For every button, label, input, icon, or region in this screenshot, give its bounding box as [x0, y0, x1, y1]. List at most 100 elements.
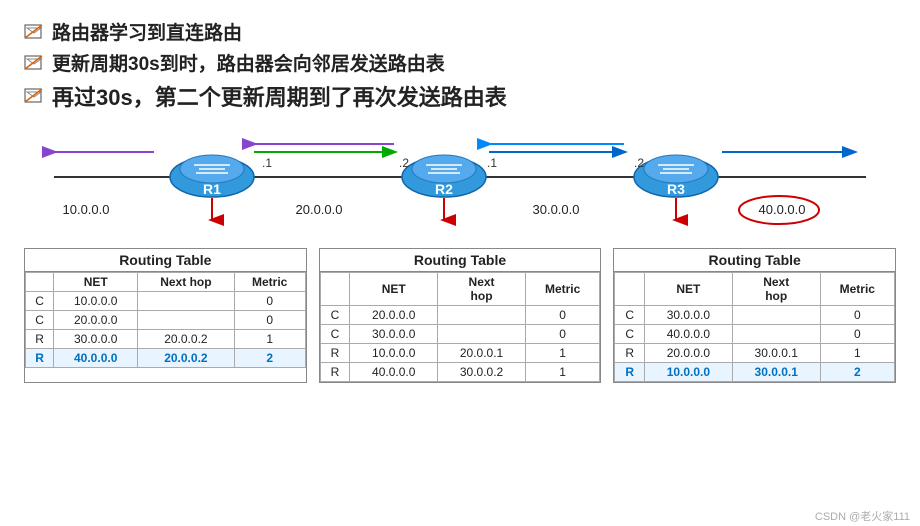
cell-net: 30.0.0.0 — [350, 325, 438, 344]
cell-net: 40.0.0.0 — [54, 349, 138, 368]
cell-metric: 2 — [820, 363, 894, 382]
table-row: C 20.0.0.0 0 — [320, 306, 600, 325]
cell-type: C — [615, 325, 645, 344]
cell-type: R — [615, 344, 645, 363]
cell-metric: 0 — [234, 311, 305, 330]
table-row: R 40.0.0.0 30.0.0.2 1 — [320, 363, 600, 382]
cell-net: 20.0.0.0 — [644, 344, 732, 363]
table-row: C 30.0.0.0 0 — [615, 306, 895, 325]
cell-metric: 0 — [820, 306, 894, 325]
th-type-1 — [26, 273, 54, 292]
cell-net: 40.0.0.0 — [644, 325, 732, 344]
tables-area: Routing Table NET Next hop Metric C 10.0… — [24, 248, 896, 383]
table-row: R 30.0.0.0 20.0.0.2 1 — [26, 330, 306, 349]
cell-type: R — [26, 349, 54, 368]
routing-table-3: Routing Table NET Nexthop Metric C 30.0.… — [613, 248, 896, 383]
routing-table-1: Routing Table NET Next hop Metric C 10.0… — [24, 248, 307, 383]
svg-text:.1: .1 — [262, 156, 272, 170]
cell-nexthop: 20.0.0.2 — [138, 330, 235, 349]
svg-text:R2: R2 — [435, 181, 453, 197]
th-metric-3: Metric — [820, 273, 894, 306]
cell-metric: 0 — [525, 325, 599, 344]
cell-type: C — [615, 306, 645, 325]
cell-metric: 1 — [525, 344, 599, 363]
cell-metric: 1 — [820, 344, 894, 363]
svg-text:.2: .2 — [399, 156, 409, 170]
th-type-2 — [320, 273, 350, 306]
th-metric-2: Metric — [525, 273, 599, 306]
th-net-1: NET — [54, 273, 138, 292]
bullet-icon-3 — [24, 87, 46, 105]
svg-text:10.0.0.0: 10.0.0.0 — [63, 202, 110, 217]
cell-metric: 2 — [234, 349, 305, 368]
cell-net: 30.0.0.0 — [644, 306, 732, 325]
cell-net: 20.0.0.0 — [350, 306, 438, 325]
cell-nexthop — [732, 325, 820, 344]
svg-text:.1: .1 — [487, 156, 497, 170]
th-metric-1: Metric — [234, 273, 305, 292]
table-row: C 20.0.0.0 0 — [26, 311, 306, 330]
table-row-highlight: R 40.0.0.0 20.0.0.2 2 — [26, 349, 306, 368]
th-net-3: NET — [644, 273, 732, 306]
table-row: R 10.0.0.0 20.0.0.1 1 — [320, 344, 600, 363]
cell-metric: 1 — [234, 330, 305, 349]
cell-type: C — [26, 292, 54, 311]
table-row: C 10.0.0.0 0 — [26, 292, 306, 311]
slide: 路由器学习到直连路由 更新周期30s到时，路由器会向邻居发送路由表 再过30s，… — [0, 0, 920, 526]
cell-nexthop — [138, 311, 235, 330]
table-3: NET Nexthop Metric C 30.0.0.0 0 C 40.0.0… — [614, 272, 895, 382]
cell-nexthop — [438, 306, 526, 325]
th-nexthop-2: Nexthop — [438, 273, 526, 306]
cell-metric: 1 — [525, 363, 599, 382]
routing-table-title-3: Routing Table — [614, 249, 895, 272]
cell-net: 20.0.0.0 — [54, 311, 138, 330]
bullet-list: 路由器学习到直连路由 更新周期30s到时，路由器会向邻居发送路由表 再过30s，… — [24, 18, 896, 112]
cell-net: 10.0.0.0 — [644, 363, 732, 382]
th-net-2: NET — [350, 273, 438, 306]
cell-metric: 0 — [820, 325, 894, 344]
network-diagram: R1 R2 R3 10.0.0.0 20.0.0.0 30.0. — [24, 122, 896, 240]
svg-text:40.0.0.0: 40.0.0.0 — [759, 202, 806, 217]
cell-type: R — [615, 363, 645, 382]
table-row: R 20.0.0.0 30.0.0.1 1 — [615, 344, 895, 363]
bullet-icon-2 — [24, 54, 46, 72]
bullet-item-3: 再过30s，第二个更新周期到了再次发送路由表 — [24, 80, 896, 112]
cell-type: C — [26, 311, 54, 330]
cell-nexthop — [138, 292, 235, 311]
cell-nexthop — [438, 325, 526, 344]
svg-text:20.0.0.0: 20.0.0.0 — [296, 202, 343, 217]
cell-nexthop: 30.0.0.1 — [732, 344, 820, 363]
cell-type: R — [320, 344, 350, 363]
cell-metric: 0 — [234, 292, 305, 311]
th-type-3 — [615, 273, 645, 306]
cell-type: R — [320, 363, 350, 382]
routing-table-2: Routing Table NET Nexthop Metric C 20.0.… — [319, 248, 602, 383]
table-1: NET Next hop Metric C 10.0.0.0 0 C 20.0.… — [25, 272, 306, 368]
cell-net: 10.0.0.0 — [350, 344, 438, 363]
bullet-text-1: 路由器学习到直连路由 — [52, 18, 242, 45]
routing-table-title-2: Routing Table — [320, 249, 601, 272]
th-nexthop-3: Nexthop — [732, 273, 820, 306]
svg-text:R1: R1 — [203, 181, 221, 197]
bullet-icon-1 — [24, 23, 46, 41]
cell-nexthop: 30.0.0.2 — [438, 363, 526, 382]
bullet-item-2: 更新周期30s到时，路由器会向邻居发送路由表 — [24, 49, 896, 76]
cell-net: 30.0.0.0 — [54, 330, 138, 349]
table-row-highlight: R 10.0.0.0 30.0.0.1 2 — [615, 363, 895, 382]
cell-nexthop: 20.0.0.2 — [138, 349, 235, 368]
cell-type: R — [26, 330, 54, 349]
cell-net: 40.0.0.0 — [350, 363, 438, 382]
cell-net: 10.0.0.0 — [54, 292, 138, 311]
table-row: C 30.0.0.0 0 — [320, 325, 600, 344]
th-nexthop-1: Next hop — [138, 273, 235, 292]
watermark: CSDN @老火家111 — [815, 508, 910, 524]
routing-table-title-1: Routing Table — [25, 249, 306, 272]
cell-nexthop — [732, 306, 820, 325]
bullet-text-3: 再过30s，第二个更新周期到了再次发送路由表 — [52, 80, 507, 112]
diagram-svg: R1 R2 R3 10.0.0.0 20.0.0.0 30.0. — [24, 122, 896, 240]
cell-nexthop: 30.0.0.1 — [732, 363, 820, 382]
table-2: NET Nexthop Metric C 20.0.0.0 0 C 30.0.0… — [320, 272, 601, 382]
cell-nexthop: 20.0.0.1 — [438, 344, 526, 363]
svg-text:30.0.0.0: 30.0.0.0 — [533, 202, 580, 217]
cell-metric: 0 — [525, 306, 599, 325]
